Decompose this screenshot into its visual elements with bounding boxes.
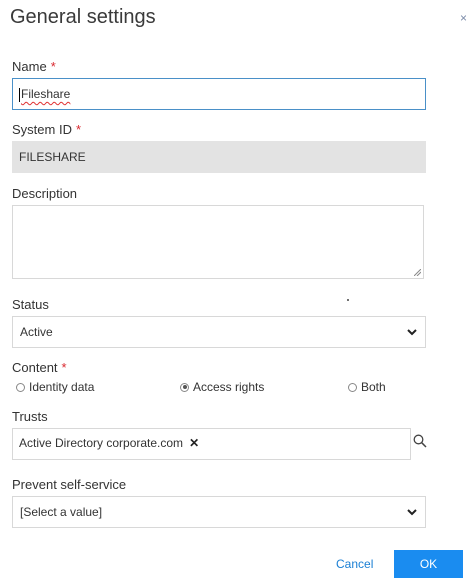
content-radio-group: Identity data Access rights Both [12, 380, 426, 396]
system-id-field: FILESHARE [12, 141, 426, 173]
trust-tag: Active Directory corporate.com ✕ [19, 436, 199, 450]
system-id-label-text: System ID [12, 122, 72, 137]
name-label-text: Name [12, 59, 47, 74]
trusts-input[interactable]: Active Directory corporate.com ✕ [12, 428, 411, 460]
trust-tag-label: Active Directory corporate.com [19, 436, 184, 450]
radio-label: Access rights [193, 380, 265, 394]
prevent-self-service-select[interactable]: [Select a value] [12, 496, 426, 528]
content-label: Content * [12, 360, 67, 375]
required-mark: * [75, 122, 82, 137]
radio-label: Identity data [29, 380, 95, 394]
search-icon[interactable] [413, 434, 427, 448]
name-input-value: Fileshare [21, 87, 71, 101]
radio-identity-data[interactable]: Identity data [16, 380, 94, 394]
dialog-title: General settings [10, 6, 156, 28]
prevent-self-service-label: Prevent self-service [12, 477, 127, 492]
stray-dot [347, 299, 349, 301]
trusts-label: Trusts [12, 409, 48, 424]
ok-button[interactable]: OK [394, 550, 463, 578]
radio-access-rights[interactable]: Access rights [180, 380, 264, 394]
name-input[interactable]: Fileshare [12, 78, 426, 110]
radio-button[interactable] [16, 382, 25, 392]
system-id-label: System ID * [12, 122, 81, 137]
radio-label: Both [361, 380, 386, 394]
radio-both[interactable]: Both [348, 380, 386, 394]
status-selected-value: Active [20, 325, 53, 339]
description-label: Description [12, 186, 78, 201]
name-label: Name * [12, 59, 56, 74]
status-label: Status [12, 297, 49, 312]
general-settings-dialog: General settings × Name * Fileshare Syste… [0, 0, 475, 588]
chevron-down-icon [407, 329, 417, 336]
close-icon[interactable]: × [460, 10, 467, 26]
required-mark: * [50, 59, 56, 74]
text-caret [19, 87, 20, 102]
chevron-down-icon [407, 509, 417, 516]
remove-tag-icon[interactable]: ✕ [189, 436, 199, 450]
status-select[interactable]: Active [12, 316, 426, 348]
content-label-text: Content [12, 360, 58, 375]
radio-button[interactable] [348, 382, 357, 392]
prevent-self-service-value: [Select a value] [20, 505, 103, 519]
resize-handle-icon[interactable] [414, 269, 421, 276]
description-textarea[interactable] [12, 205, 424, 279]
cancel-button[interactable]: Cancel [336, 557, 373, 571]
required-mark: * [61, 360, 67, 375]
radio-button-checked[interactable] [180, 382, 189, 392]
